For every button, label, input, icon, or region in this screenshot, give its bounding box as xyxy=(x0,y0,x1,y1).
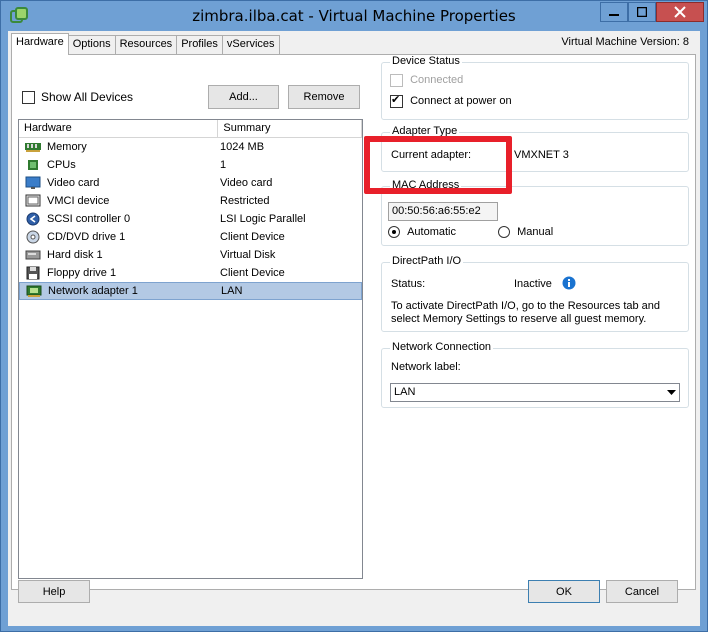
close-icon xyxy=(674,6,686,18)
properties-window: zimbra.ilba.cat - Virtual Machine Proper… xyxy=(0,0,708,632)
device-summary: LSI Logic Parallel xyxy=(220,213,306,225)
automatic-label: Automatic xyxy=(407,226,456,238)
network-connection-label: Network Connection xyxy=(390,341,494,353)
help-button[interactable]: Help xyxy=(18,580,90,603)
tab-strip: Hardware Options Resources Profiles vSer… xyxy=(11,33,280,55)
info-icon[interactable] xyxy=(562,276,576,293)
add-button[interactable]: Add... xyxy=(208,85,279,109)
device-summary: Client Device xyxy=(220,267,285,279)
connect-at-power-on-option[interactable]: Connect at power on xyxy=(390,93,512,108)
directpath-group: DirectPath I/O Status: Inactive To activ… xyxy=(381,255,689,332)
connected-checkbox[interactable] xyxy=(390,74,403,87)
device-summary: 1024 MB xyxy=(220,141,265,153)
close-button[interactable] xyxy=(656,2,704,22)
title-bar[interactable]: zimbra.ilba.cat - Virtual Machine Proper… xyxy=(1,1,707,31)
hard-disk-icon xyxy=(25,248,41,262)
column-header-summary[interactable]: Summary xyxy=(218,120,362,137)
device-summary: Client Device xyxy=(220,231,285,243)
show-all-devices[interactable]: Show All Devices xyxy=(22,90,133,104)
device-row-scsi-controller[interactable]: SCSI controller 0 LSI Logic Parallel xyxy=(19,210,362,228)
device-row-cd-dvd[interactable]: CD/DVD drive 1 Client Device xyxy=(19,228,362,246)
minimize-icon xyxy=(609,14,619,16)
floppy-icon xyxy=(25,266,41,280)
vmci-icon xyxy=(25,194,41,208)
network-adapter-icon xyxy=(26,284,42,298)
device-summary: Video card xyxy=(220,177,273,189)
column-header-hardware[interactable]: Hardware xyxy=(19,120,219,137)
tab-resources[interactable]: Resources xyxy=(114,35,178,55)
mac-address-field[interactable]: 00:50:56:a6:55:e2 xyxy=(388,202,498,221)
cd-dvd-icon xyxy=(25,230,41,244)
dialog-client: Hardware Options Resources Profiles vSer… xyxy=(8,31,700,626)
device-name: Memory xyxy=(47,141,87,153)
mac-address-highlight xyxy=(364,136,512,194)
device-row-memory[interactable]: Memory 1024 MB xyxy=(19,138,362,156)
device-name: Hard disk 1 xyxy=(47,249,103,261)
directpath-status-value: Inactive xyxy=(514,278,552,290)
tab-vservices[interactable]: vServices xyxy=(221,35,280,55)
remove-button[interactable]: Remove xyxy=(288,85,360,109)
connected-label: Connected xyxy=(410,74,464,87)
scsi-icon xyxy=(25,212,41,226)
automatic-option[interactable]: Automatic xyxy=(388,226,456,239)
maximize-icon xyxy=(637,7,647,17)
mac-address-group: MAC Address 00:50:56:a6:55:e2 Automatic … xyxy=(381,179,689,246)
device-name: VMCI device xyxy=(47,195,110,207)
network-label-selected: LAN xyxy=(394,386,416,398)
network-label-caption: Network label: xyxy=(391,361,461,373)
memory-icon xyxy=(25,140,41,154)
device-summary: Restricted xyxy=(220,195,270,207)
device-table-header: Hardware Summary xyxy=(19,120,362,138)
device-status-label: Device Status xyxy=(390,55,462,67)
directpath-note: To activate DirectPath I/O, go to the Re… xyxy=(391,300,661,325)
directpath-status-label: Status: xyxy=(391,278,426,290)
device-name: CPUs xyxy=(47,159,76,171)
connect-at-power-on-checkbox[interactable] xyxy=(390,93,403,108)
minimize-button[interactable] xyxy=(600,2,628,22)
connect-at-power-on-label: Connect at power on xyxy=(410,95,512,108)
device-table: Hardware Summary Memory 1024 MB CPUs 1 V… xyxy=(18,119,363,579)
cancel-button[interactable]: Cancel xyxy=(606,580,678,603)
device-row-network-adapter[interactable]: Network adapter 1 LAN xyxy=(19,282,362,300)
device-status-group: Device Status Connected Connect at power… xyxy=(381,55,689,120)
connected-option[interactable]: Connected xyxy=(390,74,463,87)
video-card-icon xyxy=(25,176,41,190)
device-row-floppy[interactable]: Floppy drive 1 Client Device xyxy=(19,264,362,282)
automatic-radio[interactable] xyxy=(388,226,400,239)
manual-label: Manual xyxy=(517,226,554,238)
show-all-devices-checkbox[interactable] xyxy=(22,90,35,104)
device-name: Floppy drive 1 xyxy=(47,267,117,279)
device-name: Video card xyxy=(47,177,100,189)
device-row-video-card[interactable]: Video card Video card xyxy=(19,174,362,192)
tab-hardware[interactable]: Hardware xyxy=(11,33,69,55)
device-summary: 1 xyxy=(220,159,227,171)
maximize-button[interactable] xyxy=(628,2,656,22)
manual-radio[interactable] xyxy=(498,226,510,239)
device-row-vmci[interactable]: VMCI device Restricted xyxy=(19,192,362,210)
hardware-tab-panel: Show All Devices Add... Remove Hardware … xyxy=(11,54,696,590)
device-summary: LAN xyxy=(221,285,243,297)
device-row-hard-disk[interactable]: Hard disk 1 Virtual Disk xyxy=(19,246,362,264)
device-name: Network adapter 1 xyxy=(48,285,138,297)
device-row-cpus[interactable]: CPUs 1 xyxy=(19,156,362,174)
cpu-icon xyxy=(25,158,41,172)
show-all-devices-label: Show All Devices xyxy=(41,90,134,104)
directpath-label: DirectPath I/O xyxy=(390,255,464,267)
tab-options[interactable]: Options xyxy=(67,35,116,55)
ok-button[interactable]: OK xyxy=(528,580,600,603)
network-connection-group: Network Connection Network label: LAN xyxy=(381,341,689,408)
current-adapter-value: VMXNET 3 xyxy=(514,149,569,161)
manual-option[interactable]: Manual xyxy=(498,226,554,239)
device-name: SCSI controller 0 xyxy=(47,213,131,225)
device-summary: Virtual Disk xyxy=(220,249,276,261)
network-label-dropdown[interactable]: LAN xyxy=(390,383,680,402)
tab-profiles[interactable]: Profiles xyxy=(176,35,223,55)
device-name: CD/DVD drive 1 xyxy=(47,231,126,243)
vm-version-label: Virtual Machine Version: 8 xyxy=(561,36,689,48)
chevron-down-icon xyxy=(664,385,678,400)
